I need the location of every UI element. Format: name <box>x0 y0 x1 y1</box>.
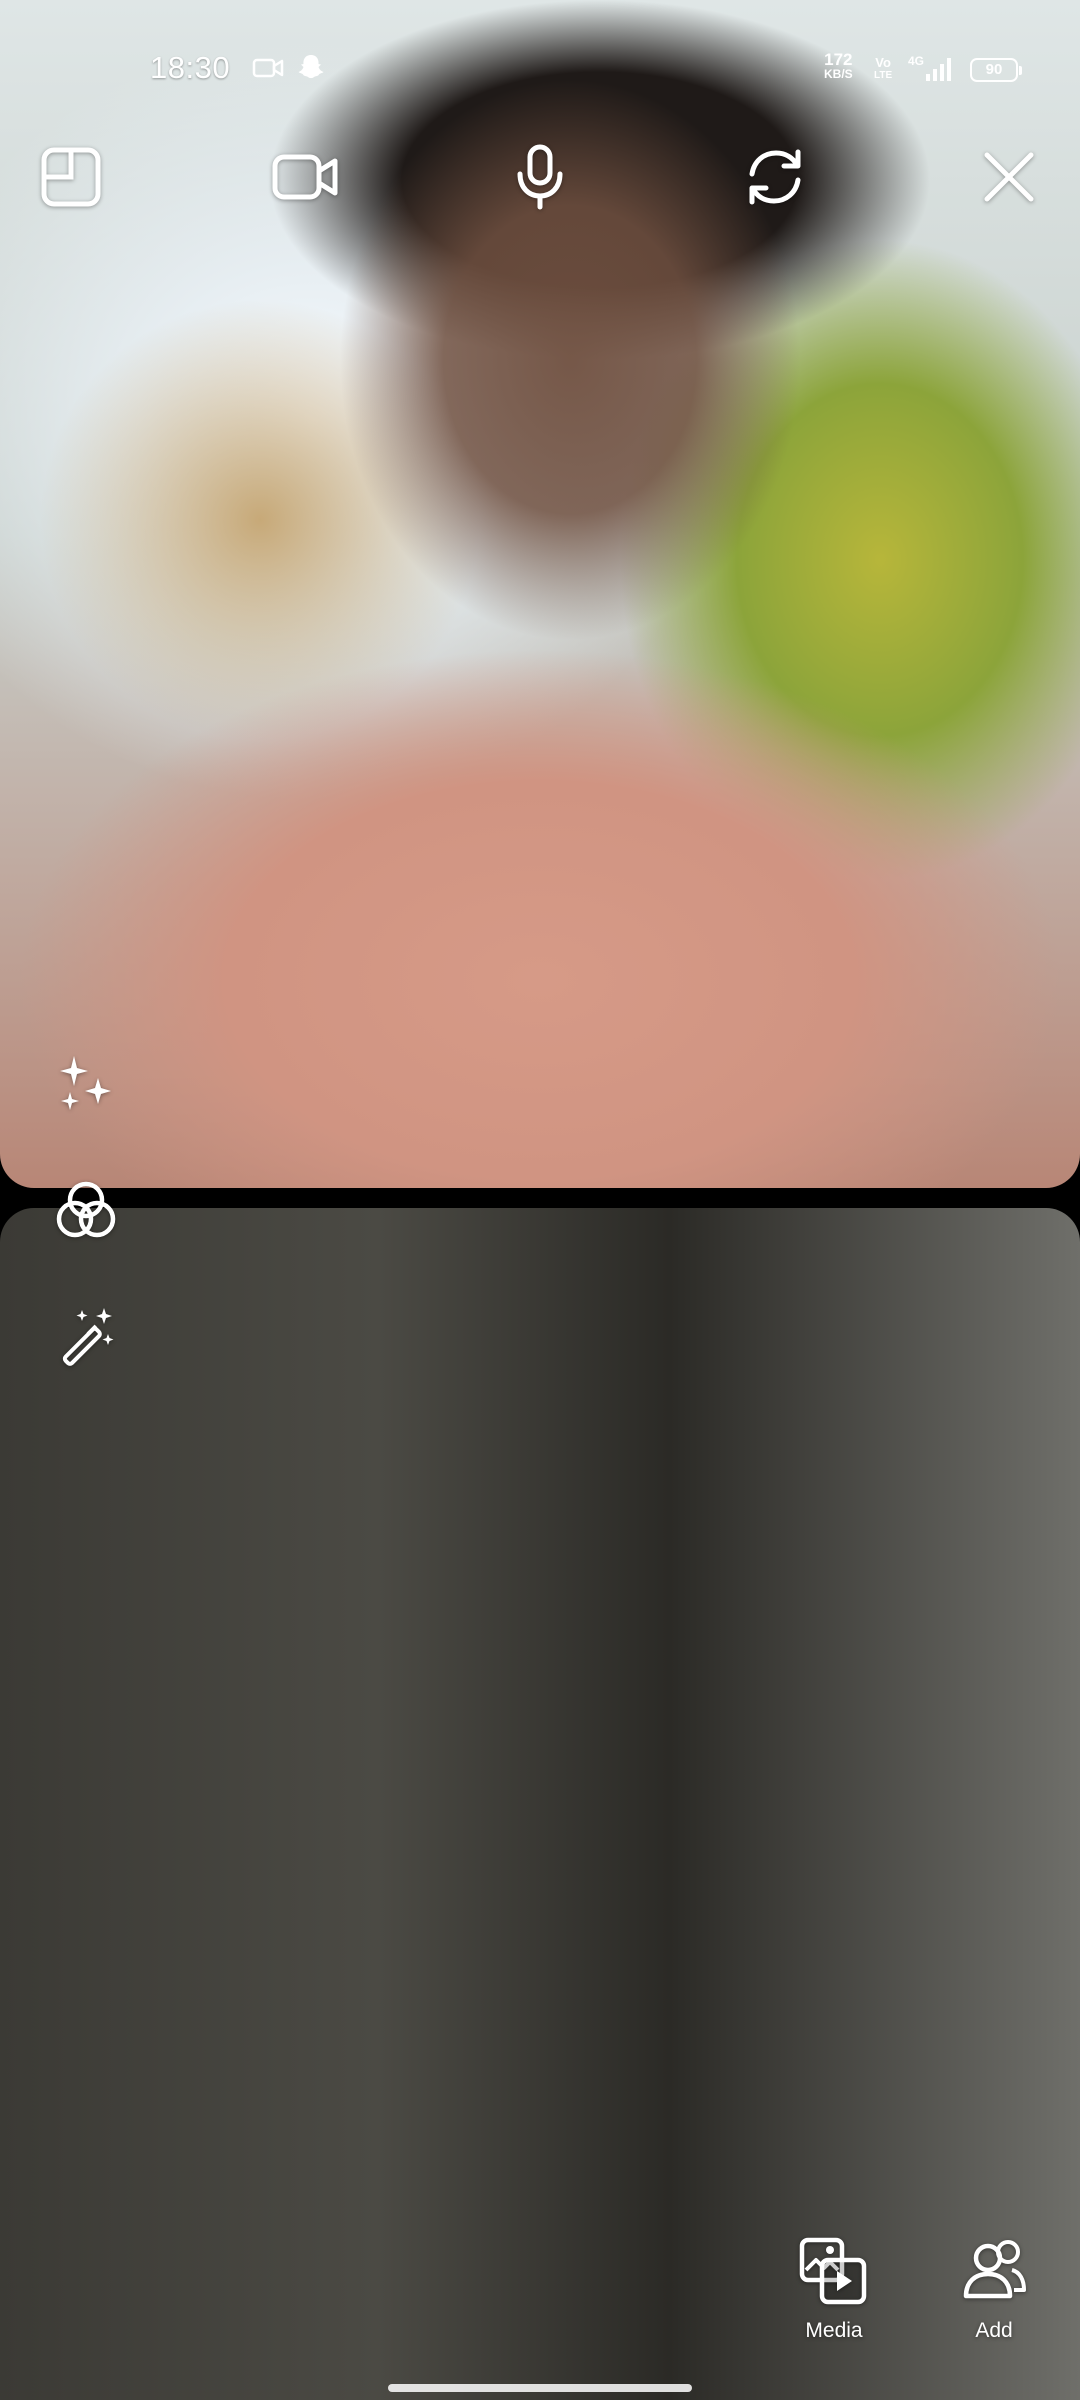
flip-camera-icon <box>749 149 801 205</box>
color-filter-icon <box>56 1181 116 1238</box>
close-icon <box>984 152 1034 202</box>
self-video-tile[interactable] <box>0 1208 1080 2400</box>
filters-button[interactable] <box>46 1170 126 1250</box>
snapchat-ghost-icon <box>298 55 324 79</box>
camera-toggle-button[interactable] <box>263 134 349 220</box>
battery-indicator: 90 <box>970 58 1022 82</box>
volte-indicator: Vo LTE <box>874 55 893 81</box>
add-label: Add <box>975 2319 1013 2342</box>
status-time: 18:30 <box>150 50 231 85</box>
add-button[interactable]: Add <box>939 2236 1049 2343</box>
add-friend-icon <box>963 2240 1026 2299</box>
flip-camera-button[interactable] <box>732 134 818 220</box>
signal-icon <box>926 58 951 81</box>
layout-icon <box>41 147 101 207</box>
microphone-button[interactable] <box>497 134 583 220</box>
battery-level: 90 <box>985 61 1003 78</box>
media-icon <box>799 2237 867 2305</box>
magic-wand-button[interactable] <box>46 1296 126 1376</box>
effects-button[interactable] <box>46 1044 126 1124</box>
layout-button[interactable] <box>28 134 114 220</box>
status-bar: 18:30 172 KB/S Vo LTE 4G 90 <box>0 46 1080 94</box>
media-button[interactable]: Media <box>779 2236 889 2343</box>
media-label: Media <box>805 2319 863 2342</box>
magic-wand-icon <box>62 1308 114 1366</box>
video-camera-icon <box>272 154 338 200</box>
microphone-icon <box>517 144 563 210</box>
home-indicator[interactable] <box>388 2384 692 2392</box>
screen-record-icon <box>252 58 284 78</box>
network-speed: 172 KB/S <box>824 50 853 81</box>
end-call-button[interactable] <box>966 134 1052 220</box>
sparkles-icon <box>60 1056 111 1110</box>
